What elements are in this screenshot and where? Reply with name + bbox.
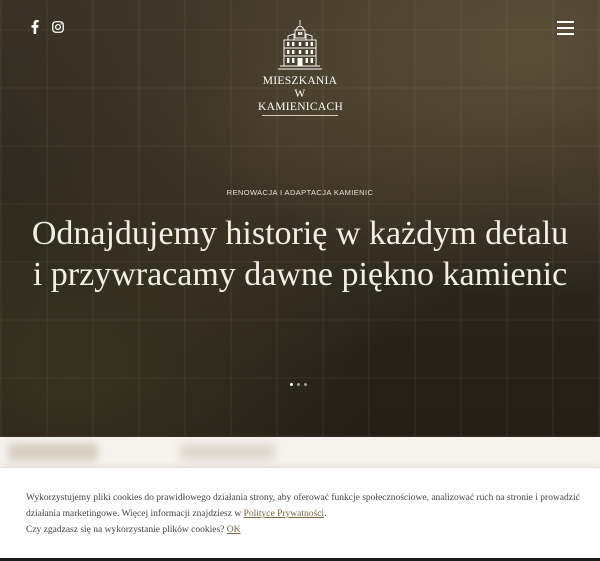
hero-headline-line-2: i przywracamy dawne piękno kamienic <box>32 256 568 293</box>
privacy-policy-link[interactable]: Polityce Prywatności <box>244 509 324 519</box>
cookie-banner: Wykorzystujemy pliki cookies do prawidło… <box>0 467 600 561</box>
cookie-accept-button[interactable]: OK <box>227 525 241 535</box>
social-links <box>28 20 65 34</box>
slider-dot[interactable] <box>304 383 307 386</box>
tenement-building-emblem <box>278 20 322 70</box>
cookie-text-end: . <box>324 509 327 519</box>
hero-headline: Odnajdujemy historię w każdym detalu i p… <box>0 213 600 295</box>
page-content-peek <box>0 437 600 467</box>
hero-headline-line-1: Odnajdujemy historię w każdym detalu <box>31 215 569 252</box>
instagram-icon[interactable] <box>51 20 65 34</box>
cookie-question: Czy zgadzasz się na wykorzystanie plików… <box>26 525 227 535</box>
cookie-message: Wykorzystujemy pliki cookies do prawidło… <box>26 490 582 538</box>
facebook-icon[interactable] <box>28 20 42 34</box>
logo-line-1: MIESZKANIA <box>262 75 338 87</box>
logo-line-2: W KAMIENICACH <box>258 88 344 113</box>
site-logo[interactable]: MIESZKANIA W KAMIENICACH <box>258 18 344 116</box>
logo-underline <box>262 115 338 116</box>
slider-pagination <box>290 383 307 386</box>
hero-slider: MIESZKANIA W KAMIENICACH RENOWACJA I ADA… <box>0 0 600 437</box>
hamburger-menu-icon[interactable] <box>557 21 574 35</box>
slider-dot[interactable] <box>297 383 300 386</box>
hero-kicker: RENOWACJA I ADAPTACJA KAMIENIC <box>226 188 374 197</box>
slider-dot[interactable] <box>290 383 293 386</box>
